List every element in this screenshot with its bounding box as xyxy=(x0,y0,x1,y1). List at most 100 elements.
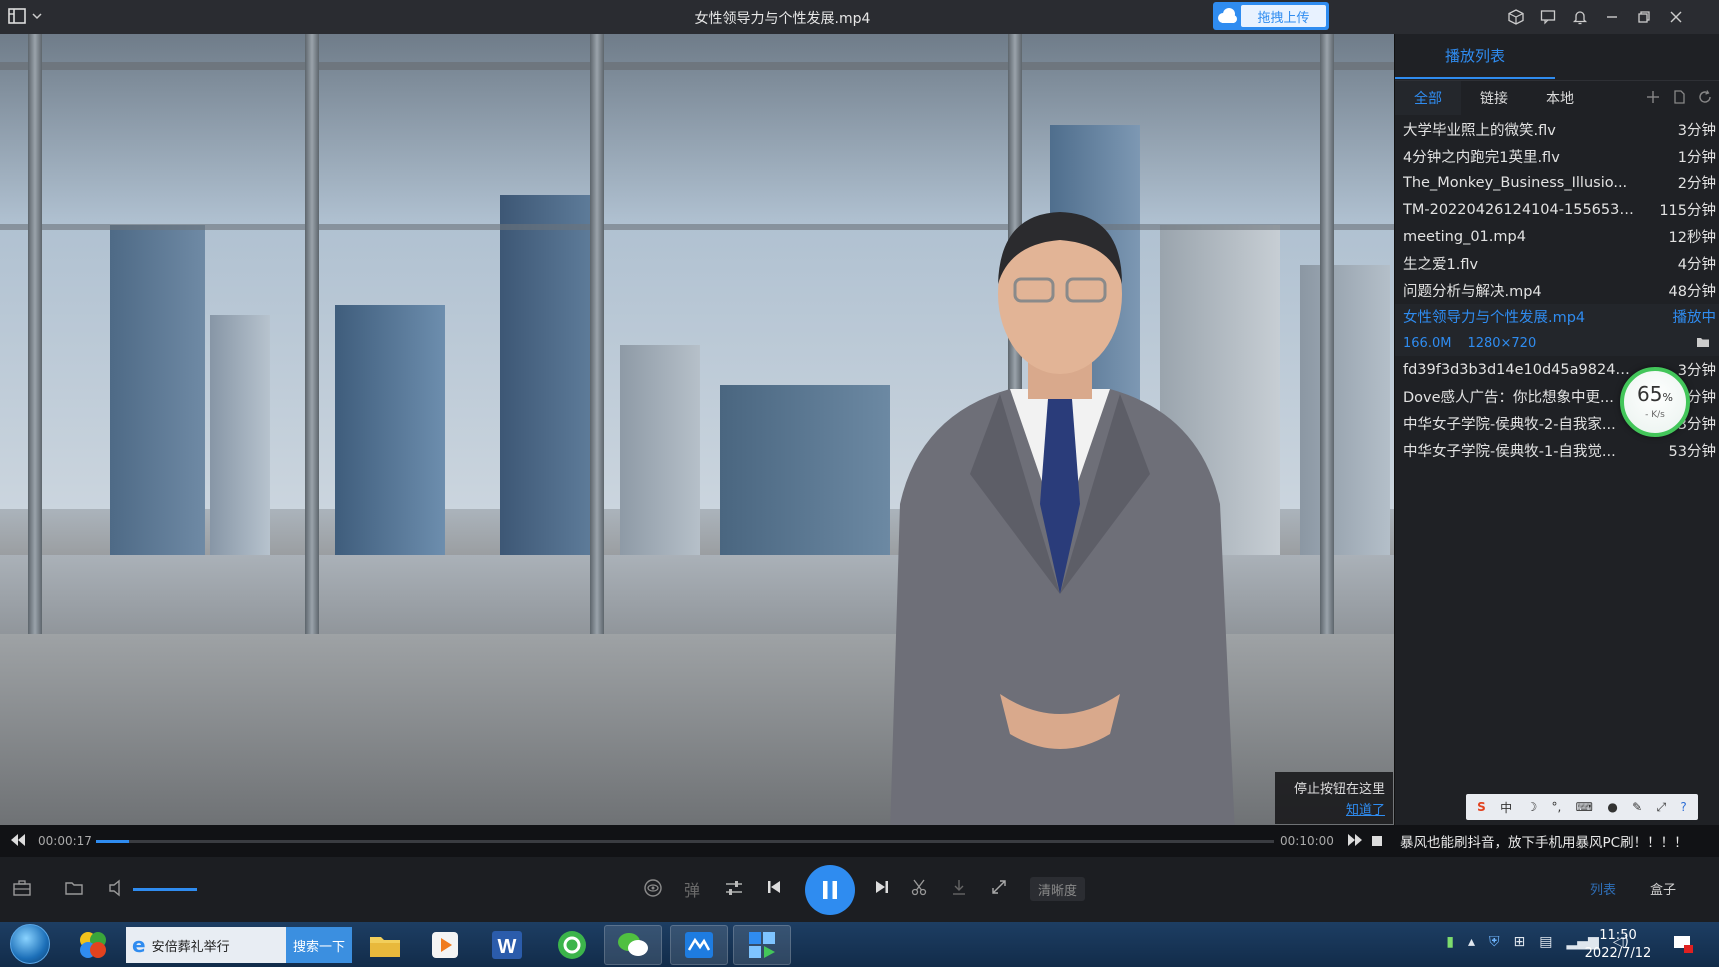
item-name: Dove感人广告：你比想象中更... xyxy=(1403,390,1614,407)
volume-icon[interactable] xyxy=(108,879,126,897)
drag-upload-button[interactable]: 拖拽上传 xyxy=(1213,2,1329,30)
media-player-icon[interactable] xyxy=(416,925,474,965)
fullscreen-icon[interactable] xyxy=(990,878,1008,896)
playlist-item[interactable]: TM-20220426124104-1556538... 115分钟 xyxy=(1395,196,1719,223)
playlist-title[interactable]: 播放列表 xyxy=(1395,34,1555,79)
file-explorer-icon[interactable] xyxy=(356,925,414,965)
window-frame-bar xyxy=(0,62,1394,70)
wechat-icon[interactable] xyxy=(604,925,662,965)
moon-icon[interactable]: ☽ xyxy=(1526,800,1537,814)
document-icon[interactable] xyxy=(1672,89,1686,108)
danmaku-button[interactable]: 弹 xyxy=(684,877,700,901)
tab-local[interactable]: 本地 xyxy=(1527,81,1593,115)
expand-icon[interactable]: ⤢ xyxy=(1656,800,1666,815)
ime-mode[interactable]: 中 xyxy=(1500,799,1512,816)
rewind-icon[interactable] xyxy=(10,833,26,847)
playlist-item[interactable]: 大学毕业照上的微笑.flv 3分钟 xyxy=(1395,116,1719,143)
player-window: 女性领导力与个性发展.mp4 拖拽上传 停止按钮在这里 知道了 00:00:17… xyxy=(0,0,1719,967)
network-icon[interactable]: ⊞ xyxy=(1513,934,1525,950)
tip-dismiss-link[interactable]: 知道了 xyxy=(1283,799,1385,818)
start-button[interactable] xyxy=(10,924,50,964)
tray-expand-icon[interactable]: ▴ xyxy=(1468,934,1475,950)
total-time: 00:10:00 xyxy=(1280,834,1334,848)
notification-bell-icon[interactable] xyxy=(1564,6,1596,28)
playlist-item[interactable]: 中华女子学院-侯典牧-1-自我觉... 53分钟 xyxy=(1395,437,1719,464)
refresh-icon[interactable] xyxy=(1698,89,1712,108)
punctuation-icon[interactable]: °, xyxy=(1552,800,1562,814)
ie-taskbar-item[interactable]: e 安倍葬礼举行 xyxy=(126,927,286,963)
window-title: 女性领导力与个性发展.mp4 xyxy=(694,11,871,27)
word-icon[interactable]: W xyxy=(478,925,536,965)
speed-percent-unit: % xyxy=(1662,391,1673,404)
playlist-item[interactable]: 问题分析与解决.mp4 48分钟 xyxy=(1395,277,1719,304)
green-browser-icon[interactable] xyxy=(543,925,601,965)
taskbar-clock[interactable]: 11:50 2022/7/12 xyxy=(1583,927,1653,963)
video-frame[interactable]: 停止按钮在这里 知道了 xyxy=(0,34,1394,825)
folder-icon[interactable] xyxy=(1696,336,1710,352)
playlist-item[interactable]: The_Monkey_Business_Illusio... 2分钟 xyxy=(1395,170,1719,197)
file-resolution: 1280×720 xyxy=(1467,335,1537,351)
item-duration: 1分钟 xyxy=(1677,149,1716,166)
stop-button-tip: 停止按钮在这里 知道了 xyxy=(1275,772,1393,824)
wrench-icon[interactable]: ✎ xyxy=(1632,800,1642,814)
window-controls xyxy=(1500,6,1692,28)
clarity-button[interactable]: 清晰度 xyxy=(1030,877,1086,901)
item-duration: 48分钟 xyxy=(1668,283,1716,300)
playlist-item[interactable]: 4分钟之内跑完1英里.flv 1分钟 xyxy=(1395,143,1719,170)
current-time: 00:00:17 xyxy=(38,834,92,848)
playlist-item[interactable]: 生之爱1.flv 4分钟 xyxy=(1395,250,1719,277)
window-mullion xyxy=(305,34,319,634)
keyboard-icon[interactable]: ⌨ xyxy=(1576,800,1593,814)
battery-icon[interactable]: ▮ xyxy=(1446,934,1454,950)
volume-slider[interactable] xyxy=(133,888,197,891)
help-icon[interactable]: ? xyxy=(1680,800,1686,814)
playlist-item[interactable]: meeting_01.mp4 12秒钟 xyxy=(1395,223,1719,250)
progress-row: 00:00:17 00:10:00 xyxy=(0,825,1394,857)
box-icon[interactable] xyxy=(1500,6,1532,28)
browser-360-icon[interactable] xyxy=(64,925,122,965)
box-tab[interactable]: 盒子 xyxy=(1650,879,1676,898)
eye-icon[interactable] xyxy=(642,878,664,898)
tab-links[interactable]: 链接 xyxy=(1461,81,1527,115)
now-playing-label: 播放中 xyxy=(1672,310,1717,327)
window-mullion xyxy=(1320,34,1334,634)
svg-text:W: W xyxy=(498,936,517,958)
ie-task-label: 安倍葬礼举行 xyxy=(151,939,230,955)
network-speed-ball[interactable]: 65% - K/s xyxy=(1620,367,1690,437)
user-icon[interactable]: ● xyxy=(1607,800,1617,814)
ad-banner[interactable]: 暴风也能刷抖音，放下手机用暴风PC刷！！！！ xyxy=(1394,825,1719,857)
tab-all[interactable]: 全部 xyxy=(1395,80,1461,115)
ime-toolbar[interactable]: S 中 ☽ °, ⌨ ● ✎ ⤢ ? xyxy=(1466,794,1698,820)
previous-icon[interactable] xyxy=(766,879,782,895)
seek-bar[interactable] xyxy=(96,840,1274,843)
toolbox-icon[interactable] xyxy=(12,879,32,897)
item-name: 中华女子学院-侯典牧-1-自我觉... xyxy=(1403,443,1616,460)
restore-button[interactable] xyxy=(1628,6,1660,28)
message-icon[interactable] xyxy=(1532,6,1564,28)
fast-forward-icon[interactable] xyxy=(1347,833,1363,847)
list-tab[interactable]: 列表 xyxy=(1590,879,1616,898)
taskbar-search-button[interactable]: 搜索一下 xyxy=(286,927,352,963)
item-name: 生之爱1.flv xyxy=(1403,256,1479,273)
download-icon[interactable] xyxy=(950,878,968,896)
open-folder-icon[interactable] xyxy=(64,879,84,897)
equalizer-icon[interactable] xyxy=(724,879,744,897)
add-icon[interactable] xyxy=(1646,89,1660,108)
shield-icon[interactable]: ⛨ xyxy=(1489,934,1500,950)
stop-button[interactable] xyxy=(1371,835,1383,847)
device-icon[interactable]: ▤ xyxy=(1539,934,1552,950)
speed-rate: - K/s xyxy=(1645,410,1665,420)
scissors-icon[interactable] xyxy=(910,878,928,896)
clock-time: 11:50 xyxy=(1599,928,1637,943)
next-icon[interactable] xyxy=(874,879,890,895)
minimize-button[interactable] xyxy=(1596,6,1628,28)
bluesky-app-icon[interactable] xyxy=(670,925,728,965)
item-duration: 115分钟 xyxy=(1659,203,1716,220)
windows-taskbar: e 安倍葬礼举行 搜索一下 W ▮ ▴ ⛨ ⊞ ▤ ▂▄▆ ◁) 11:50 2… xyxy=(0,922,1719,967)
close-button[interactable] xyxy=(1660,6,1692,28)
action-center-icon[interactable] xyxy=(1672,934,1694,958)
item-name: meeting_01.mp4 xyxy=(1403,228,1526,245)
storm-player-icon[interactable] xyxy=(733,925,791,965)
pause-button[interactable] xyxy=(805,865,855,915)
playlist-item-playing[interactable]: 女性领导力与个性发展.mp4 播放中 xyxy=(1395,303,1719,331)
